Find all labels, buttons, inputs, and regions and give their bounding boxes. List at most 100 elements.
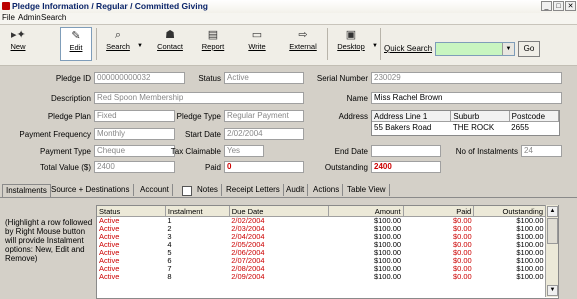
write-button[interactable]: ▭ Write [241, 27, 273, 61]
paid-field[interactable]: 0 [224, 161, 304, 173]
search-dropdown-icon[interactable]: ▼ [137, 43, 143, 49]
desktop-button[interactable]: ▣ Desktop [332, 27, 370, 61]
payment-frequency-label: Payment Frequency [19, 130, 91, 139]
outstanding-field[interactable]: 2400 [371, 161, 441, 173]
toolbar-separator [380, 28, 381, 60]
col-due-date[interactable]: Due Date [229, 206, 329, 217]
write-label: Write [248, 42, 266, 51]
quick-search-dropdown-icon[interactable]: ▼ [502, 43, 514, 55]
report-label: Report [201, 42, 225, 51]
grid-scrollbar[interactable]: ▲ ▼ [545, 205, 558, 297]
pledge-id-field[interactable]: 000000000032 [94, 72, 185, 84]
close-button[interactable]: ✕ [565, 1, 576, 11]
pledge-type-field[interactable]: Regular Payment [224, 110, 304, 122]
toolbar: ▸✦ New ✎ Edit ⌕ Search ▼ ☗ Contact ▤ Rep… [0, 25, 577, 66]
col-paid[interactable]: Paid [403, 206, 475, 217]
payment-frequency-field[interactable]: Monthly [94, 128, 175, 140]
instalments-grid[interactable]: Status Instalment Due Date Amount Paid O… [96, 205, 559, 299]
name-label: Name [346, 94, 368, 103]
start-date-field[interactable]: 2/02/2004 [224, 128, 304, 140]
tab-source-destinations[interactable]: Source + Destinations [48, 184, 134, 196]
title-bar: Pledge Information / Regular / Committed… [0, 0, 577, 13]
tax-claimable-field[interactable]: Yes [224, 145, 264, 157]
table-row[interactable]: Active 2 2/03/2004 $100.00 $0.00 $100.00 [97, 225, 546, 233]
desktop-label: Desktop [337, 42, 365, 51]
description-label: Description [50, 94, 91, 103]
maximize-button[interactable]: □ [553, 1, 564, 11]
table-cell: $100.00 [516, 272, 544, 281]
search-label: Search [106, 42, 130, 51]
tab-instalments[interactable]: Instalments [2, 184, 51, 197]
scroll-thumb[interactable] [547, 218, 558, 244]
toolbar-separator [327, 28, 328, 60]
desktop-dropdown-icon[interactable]: ▼ [372, 43, 378, 49]
edit-button[interactable]: ✎ Edit [60, 27, 92, 61]
table-row[interactable]: Active 7 2/08/2004 $100.00 $0.00 $100.00 [97, 265, 546, 273]
new-icon: ▸✦ [11, 29, 26, 41]
external-button[interactable]: ⇨ External [283, 27, 323, 61]
tab-account[interactable]: Account [137, 184, 173, 196]
tab-strip: Instalments Source + Destinations Accoun… [0, 183, 577, 198]
menu-file[interactable]: File [2, 13, 15, 22]
serial-number-label: Serial Number [316, 74, 368, 83]
table-row[interactable]: Active 8 2/09/2004 $100.00 $0.00 $100.00 [97, 273, 546, 281]
menu-search[interactable]: Search [41, 13, 66, 22]
table-row[interactable]: Active 5 2/06/2004 $100.00 $0.00 $100.00 [97, 249, 546, 257]
app-icon [2, 2, 10, 10]
menu-admin[interactable]: Admin [18, 13, 41, 22]
menu-bar: File Admin Search [0, 13, 577, 25]
pledge-plan-field[interactable]: Fixed [94, 110, 175, 122]
tab-audit[interactable]: Audit [283, 184, 309, 196]
address-header-postcode: Postcode [509, 111, 560, 122]
description-field[interactable]: Red Spoon Membership [94, 92, 304, 104]
end-date-label: End Date [334, 147, 368, 156]
table-cell: Active [99, 272, 120, 281]
address-table[interactable]: Address Line 1 Suburb Postcode 55 Bakers… [371, 110, 560, 136]
search-button[interactable]: ⌕ Search [102, 27, 134, 61]
tab-notes[interactable]: Notes [194, 184, 222, 196]
contact-label: Contact [157, 42, 183, 51]
col-outstanding[interactable]: Outstanding [473, 206, 546, 217]
write-icon: ▭ [251, 29, 263, 41]
no-instalments-field[interactable]: 24 [521, 145, 562, 157]
instalment-hint: (Highlight a row followed by Right Mouse… [5, 218, 93, 263]
scroll-down-icon[interactable]: ▼ [547, 285, 558, 296]
tax-claimable-label: Tax Claimable [170, 147, 221, 156]
table-row[interactable]: Active 1 2/02/2004 $100.00 $0.00 $100.00 [97, 217, 546, 226]
quick-search-input[interactable]: ▼ [435, 42, 515, 56]
col-status[interactable]: Status [97, 206, 166, 217]
table-cell: 8 [167, 272, 172, 281]
report-button[interactable]: ▤ Report [197, 27, 229, 61]
table-cell: 2/09/2004 [231, 272, 265, 281]
go-button[interactable]: Go [518, 41, 540, 57]
payment-type-field[interactable]: Cheque [94, 145, 175, 157]
notes-checkbox[interactable] [182, 186, 192, 196]
status-field[interactable]: Active [224, 72, 304, 84]
table-cell: $100.00 [373, 272, 402, 281]
col-instalment[interactable]: Instalment [165, 206, 230, 217]
serial-number-field[interactable]: 230029 [371, 72, 562, 84]
contact-button[interactable]: ☗ Contact [154, 27, 186, 61]
end-date-field[interactable] [371, 145, 441, 157]
address-header-suburb: Suburb [450, 111, 510, 122]
new-button[interactable]: ▸✦ New [2, 27, 34, 61]
desktop-icon: ▣ [345, 29, 357, 41]
table-cell: 4 [167, 240, 172, 249]
name-field[interactable]: Miss Rachel Brown [371, 92, 562, 104]
tab-receipt-letters[interactable]: Receipt Letters [223, 184, 284, 196]
address-line1: 55 Bakers Road [374, 122, 432, 132]
pledge-type-label: Pledge Type [176, 112, 221, 121]
address-postcode: 2655 [511, 122, 529, 132]
col-amount[interactable]: Amount [328, 206, 404, 217]
pledge-id-label: Pledge ID [55, 74, 91, 83]
tab-actions[interactable]: Actions [310, 184, 344, 196]
table-row[interactable]: Active 6 2/07/2004 $100.00 $0.00 $100.00 [97, 257, 546, 265]
total-value-field[interactable]: 2400 [94, 161, 175, 173]
start-date-label: Start Date [184, 130, 221, 139]
tab-table-view[interactable]: Table View [344, 184, 390, 196]
table-row[interactable]: Active 4 2/05/2004 $100.00 $0.00 $100.00 [97, 241, 546, 249]
minimize-button[interactable]: _ [541, 1, 552, 11]
scroll-up-icon[interactable]: ▲ [547, 206, 558, 217]
table-row[interactable]: Active 3 2/04/2004 $100.00 $0.00 $100.00 [97, 233, 546, 241]
table-cell: 5 [167, 248, 172, 257]
